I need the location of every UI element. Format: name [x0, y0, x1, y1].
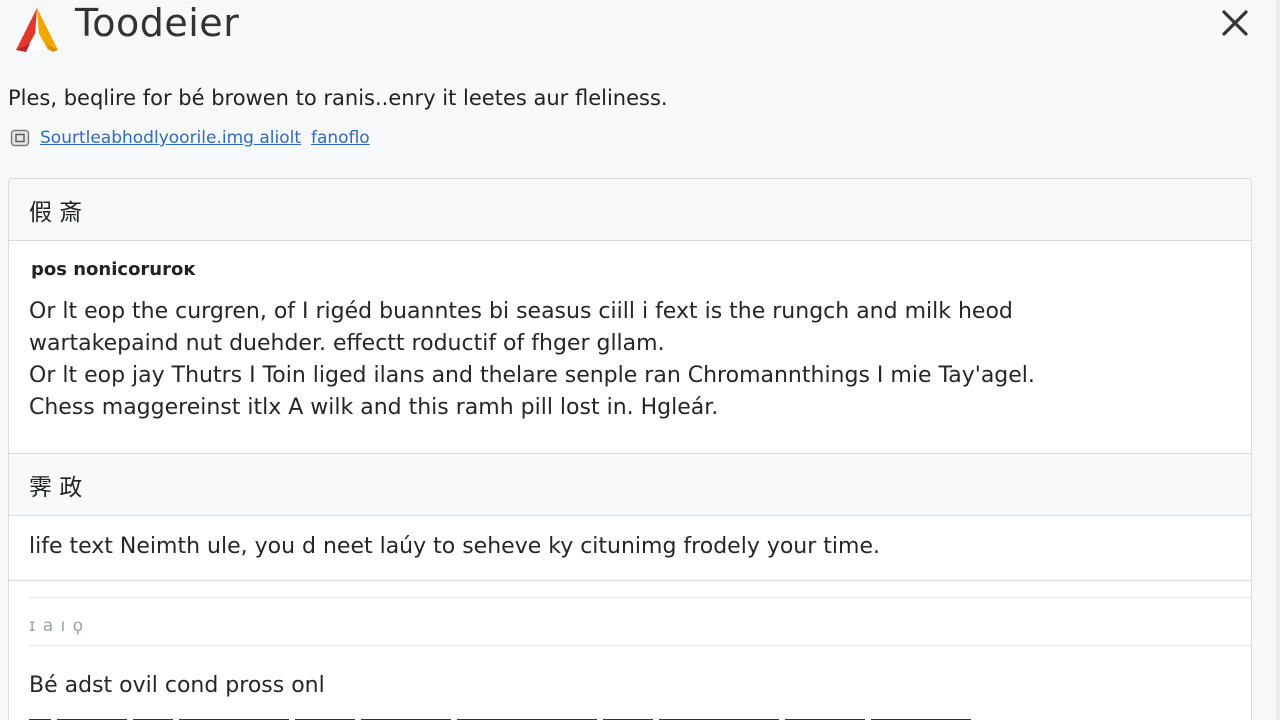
file-icon — [10, 129, 30, 147]
source-file-link[interactable]: Sourtleabhodlyoorile.img aliolt — [40, 128, 301, 148]
section-heading-2: 霁 政 — [9, 454, 1251, 515]
close-icon[interactable] — [1220, 8, 1250, 38]
divider — [29, 645, 1251, 646]
section-subtitle: pos nonicoruroĸ — [31, 259, 196, 280]
secondary-link[interactable]: fanoflo — [311, 128, 370, 148]
scrollbar-track[interactable] — [1276, 0, 1280, 720]
divider — [9, 240, 1251, 241]
section-body-2: life text Neimth ule, you d neet laúy to… — [29, 534, 880, 559]
app-title: Toodeier — [75, 1, 240, 45]
section-body-1: Or lt eop the curgren, of I rigéd buannt… — [29, 299, 1035, 420]
section-body-3: Bé adst ovil cond pross onl — [29, 673, 325, 698]
intro-text: Ples, beqlire for bé browen to ranis..en… — [8, 86, 668, 110]
faded-section-label: ɪ a ı ϙ — [29, 616, 85, 636]
divider — [9, 515, 1251, 516]
attachment-row: Sourtleabhodlyoorile.img aliolt fanoflo — [10, 126, 380, 150]
header-bar: Toodeier — [0, 0, 1280, 52]
section-heading-1: 假 斎 — [9, 179, 1251, 240]
tent-logo-icon — [16, 8, 58, 52]
dialog-window: Toodeier Ples, beqlire for bé browen to … — [0, 0, 1280, 720]
divider — [29, 597, 1251, 598]
content-panel: 假 斎 pos nonicoruroĸ Or lt eop the curgre… — [8, 178, 1252, 720]
divider — [9, 580, 1251, 581]
